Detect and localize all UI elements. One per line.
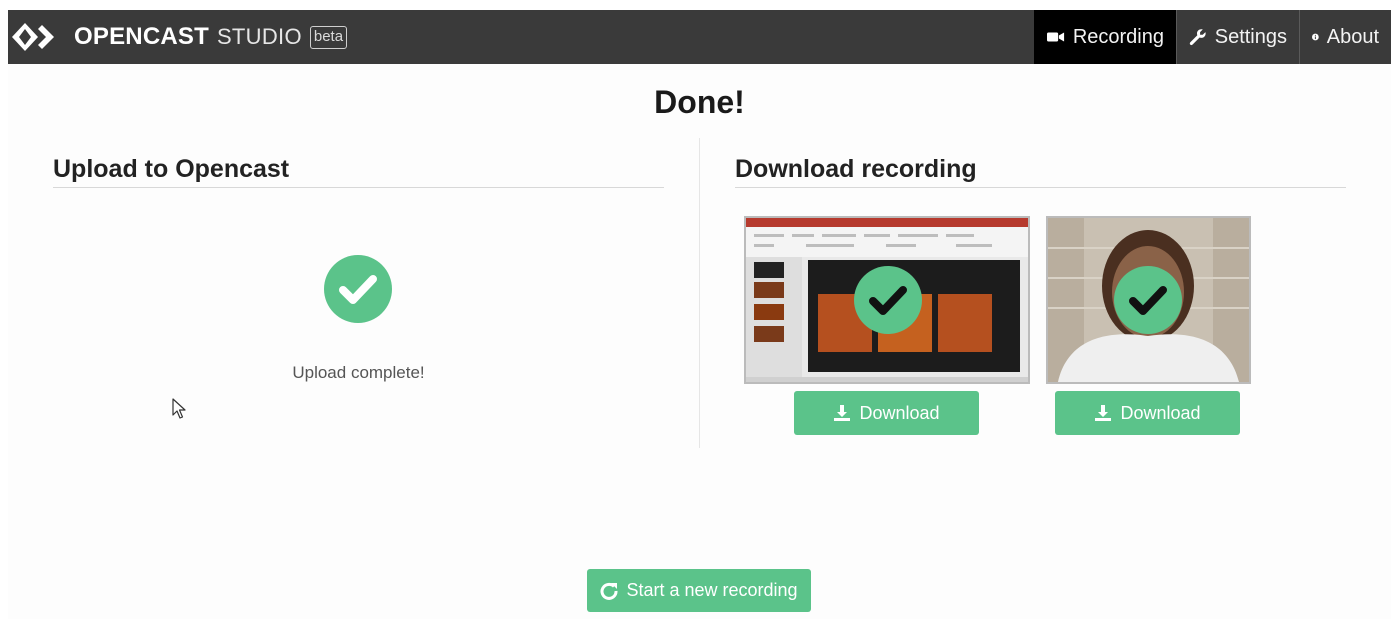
screen-recording-preview[interactable] [744, 216, 1030, 384]
nav-about[interactable]: About [1299, 10, 1391, 64]
video-camera-icon [1047, 32, 1065, 42]
nav-about-label: About [1326, 25, 1379, 48]
upload-heading: Upload to Opencast [53, 155, 664, 188]
column-divider [699, 138, 700, 448]
download-camera-button[interactable]: Download [1055, 391, 1240, 435]
redo-icon [601, 582, 618, 600]
download-section: Download recording Download Download [735, 155, 1346, 455]
nav-settings-label: Settings [1214, 25, 1287, 48]
download-screen-button[interactable]: Download [794, 391, 979, 435]
top-bar: OPENCAST STUDIO beta Recording Settings [8, 10, 1391, 64]
wrench-icon [1189, 29, 1206, 46]
download-screen-label: Download [859, 402, 940, 423]
opencast-logo[interactable]: OPENCAST STUDIO beta [12, 21, 348, 53]
brand-studio: STUDIO [216, 24, 302, 49]
page-title: Done! [654, 84, 745, 120]
download-camera-label: Download [1120, 402, 1201, 423]
nav-settings[interactable]: Settings [1176, 10, 1299, 64]
beta-badge: beta [309, 25, 348, 49]
main-nav: Recording Settings About [1034, 10, 1391, 64]
nav-recording[interactable]: Recording [1034, 10, 1176, 64]
app-window: OPENCAST STUDIO beta Recording Settings [8, 10, 1391, 619]
check-circle-icon [1114, 266, 1182, 334]
upload-status: Upload complete! [292, 363, 425, 382]
check-circle-icon [854, 266, 922, 334]
info-icon [1312, 33, 1319, 41]
start-new-recording-button[interactable]: Start a new recording [587, 569, 811, 612]
download-heading: Download recording [735, 155, 1346, 188]
nav-recording-label: Recording [1072, 25, 1164, 48]
camera-recording-preview[interactable] [1046, 216, 1251, 384]
brand-name: OPENCAST [74, 23, 209, 50]
upload-section: Upload to Opencast Upload complete! [53, 155, 664, 455]
start-new-recording-label: Start a new recording [626, 580, 798, 600]
opencast-logo-icon [12, 23, 54, 51]
download-icon [1095, 405, 1112, 421]
check-circle-icon [324, 255, 392, 323]
mouse-cursor-icon [172, 398, 186, 419]
download-icon [834, 405, 851, 421]
